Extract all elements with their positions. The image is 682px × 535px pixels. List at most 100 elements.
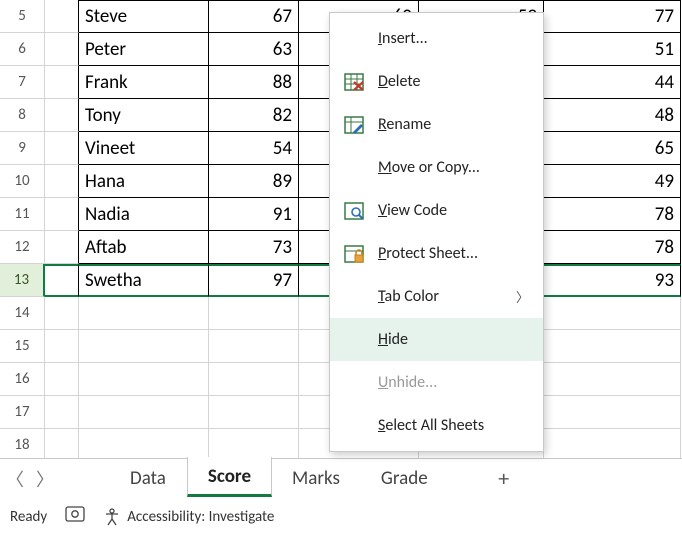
row-header[interactable]: 11 [0, 198, 45, 231]
sheet-tab-grade[interactable]: Grade [361, 459, 449, 498]
cell-name[interactable]: Swetha [79, 264, 209, 297]
cell-num[interactable]: 49 [544, 165, 681, 198]
cell-num[interactable]: 91 [209, 198, 299, 231]
row-header[interactable]: 10 [0, 165, 45, 198]
protect-sheet-icon [344, 244, 364, 264]
cell[interactable] [45, 198, 79, 231]
cell-name[interactable]: Frank [79, 66, 209, 99]
row-header[interactable]: 12 [0, 231, 45, 264]
cell-num[interactable]: 82 [209, 99, 299, 132]
add-sheet-button[interactable]: + [479, 465, 529, 492]
cell[interactable] [45, 132, 79, 165]
cell-name[interactable] [79, 297, 209, 330]
submenu-arrow-icon: 〉 [516, 287, 529, 306]
cell-num[interactable]: 73 [209, 231, 299, 264]
sheet-context-menu: Insert... Delete Rename Move or Copy... … [329, 12, 544, 452]
cell-name[interactable] [79, 363, 209, 396]
accessibility-status[interactable]: Accessibility: Investigate [103, 508, 274, 526]
row-header[interactable]: 5 [0, 0, 45, 33]
tab-nav-next[interactable]: 〉 [30, 466, 60, 492]
sheet-tab-score[interactable]: Score [187, 457, 272, 497]
menu-select-all-sheets[interactable]: Select All Sheets [330, 404, 543, 447]
row-header[interactable]: 8 [0, 99, 45, 132]
menu-unhide: Unhide... [330, 361, 543, 404]
cell[interactable] [45, 0, 79, 33]
row-header[interactable]: 7 [0, 66, 45, 99]
menu-protect-sheet[interactable]: Protect Sheet... [330, 232, 543, 275]
blank-icon [344, 287, 364, 307]
cell-num[interactable]: 51 [544, 33, 681, 66]
menu-tab-color[interactable]: Tab Color 〉 [330, 275, 543, 318]
cell[interactable] [45, 396, 79, 429]
cell-num[interactable] [544, 297, 681, 330]
cell-num[interactable]: 63 [209, 33, 299, 66]
cell-num[interactable]: 89 [209, 165, 299, 198]
cell-num[interactable]: 48 [544, 99, 681, 132]
cell-num[interactable] [209, 330, 299, 363]
rename-icon [344, 115, 364, 135]
blank-icon [344, 330, 364, 350]
cell-num[interactable]: 78 [544, 231, 681, 264]
menu-rename[interactable]: Rename [330, 103, 543, 146]
row-header[interactable]: 9 [0, 132, 45, 165]
row-header[interactable]: 14 [0, 297, 45, 330]
cell-name[interactable]: Peter [79, 33, 209, 66]
cell[interactable] [45, 297, 79, 330]
cell-name[interactable]: Steve [79, 0, 209, 33]
blank-icon [344, 158, 364, 178]
cell-num[interactable]: 97 [209, 264, 299, 297]
cell-num[interactable]: 44 [544, 66, 681, 99]
cell-num[interactable]: 65 [544, 132, 681, 165]
cell-num[interactable] [544, 330, 681, 363]
menu-move-copy[interactable]: Move or Copy... [330, 146, 543, 189]
cell-name[interactable] [79, 396, 209, 429]
sheet-tab-marks[interactable]: Marks [272, 459, 361, 498]
cell-num[interactable] [209, 396, 299, 429]
cell-name[interactable]: Hana [79, 165, 209, 198]
tab-nav-prev[interactable]: 〈 [0, 466, 30, 492]
cell-name[interactable] [79, 330, 209, 363]
cell[interactable] [45, 363, 79, 396]
blank-icon [344, 373, 364, 393]
row-header[interactable]: 6 [0, 33, 45, 66]
cell-num[interactable]: 67 [209, 0, 299, 33]
row-header[interactable]: 16 [0, 363, 45, 396]
cell-num[interactable]: 88 [209, 66, 299, 99]
cell[interactable] [45, 33, 79, 66]
row-header[interactable]: 13 [0, 264, 45, 297]
cell[interactable] [45, 330, 79, 363]
row-header[interactable]: 17 [0, 396, 45, 429]
menu-delete[interactable]: Delete [330, 60, 543, 103]
cell[interactable] [45, 99, 79, 132]
cell[interactable] [45, 165, 79, 198]
cell-name[interactable]: Aftab [79, 231, 209, 264]
cell[interactable] [45, 264, 79, 297]
row-header[interactable]: 15 [0, 330, 45, 363]
menu-insert[interactable]: Insert... [330, 17, 543, 60]
cell-name[interactable]: Vineet [79, 132, 209, 165]
menu-hide[interactable]: Hide [330, 318, 543, 361]
status-bar: Ready Accessibility: Investigate [0, 498, 682, 535]
sheet-tab-strip: 〈 〉 Data Score Marks Grade + [0, 458, 682, 498]
cell-num[interactable] [544, 396, 681, 429]
status-ready: Ready [10, 508, 47, 526]
blank-icon [344, 29, 364, 49]
macro-record-icon[interactable] [65, 506, 85, 527]
accessibility-icon [103, 508, 121, 526]
cell-num[interactable]: 93 [544, 264, 681, 297]
delete-sheet-icon [344, 72, 364, 92]
cell[interactable] [45, 66, 79, 99]
menu-view-code[interactable]: View Code [330, 189, 543, 232]
cell[interactable] [45, 231, 79, 264]
view-code-icon [344, 201, 364, 221]
cell-num[interactable]: 54 [209, 132, 299, 165]
cell-num[interactable] [209, 363, 299, 396]
cell-name[interactable]: Nadia [79, 198, 209, 231]
blank-icon [344, 416, 364, 436]
cell-num[interactable]: 78 [544, 198, 681, 231]
cell-num[interactable]: 77 [544, 0, 681, 33]
cell-name[interactable]: Tony [79, 99, 209, 132]
cell-num[interactable] [544, 363, 681, 396]
cell-num[interactable] [209, 297, 299, 330]
sheet-tab-data[interactable]: Data [110, 459, 187, 498]
